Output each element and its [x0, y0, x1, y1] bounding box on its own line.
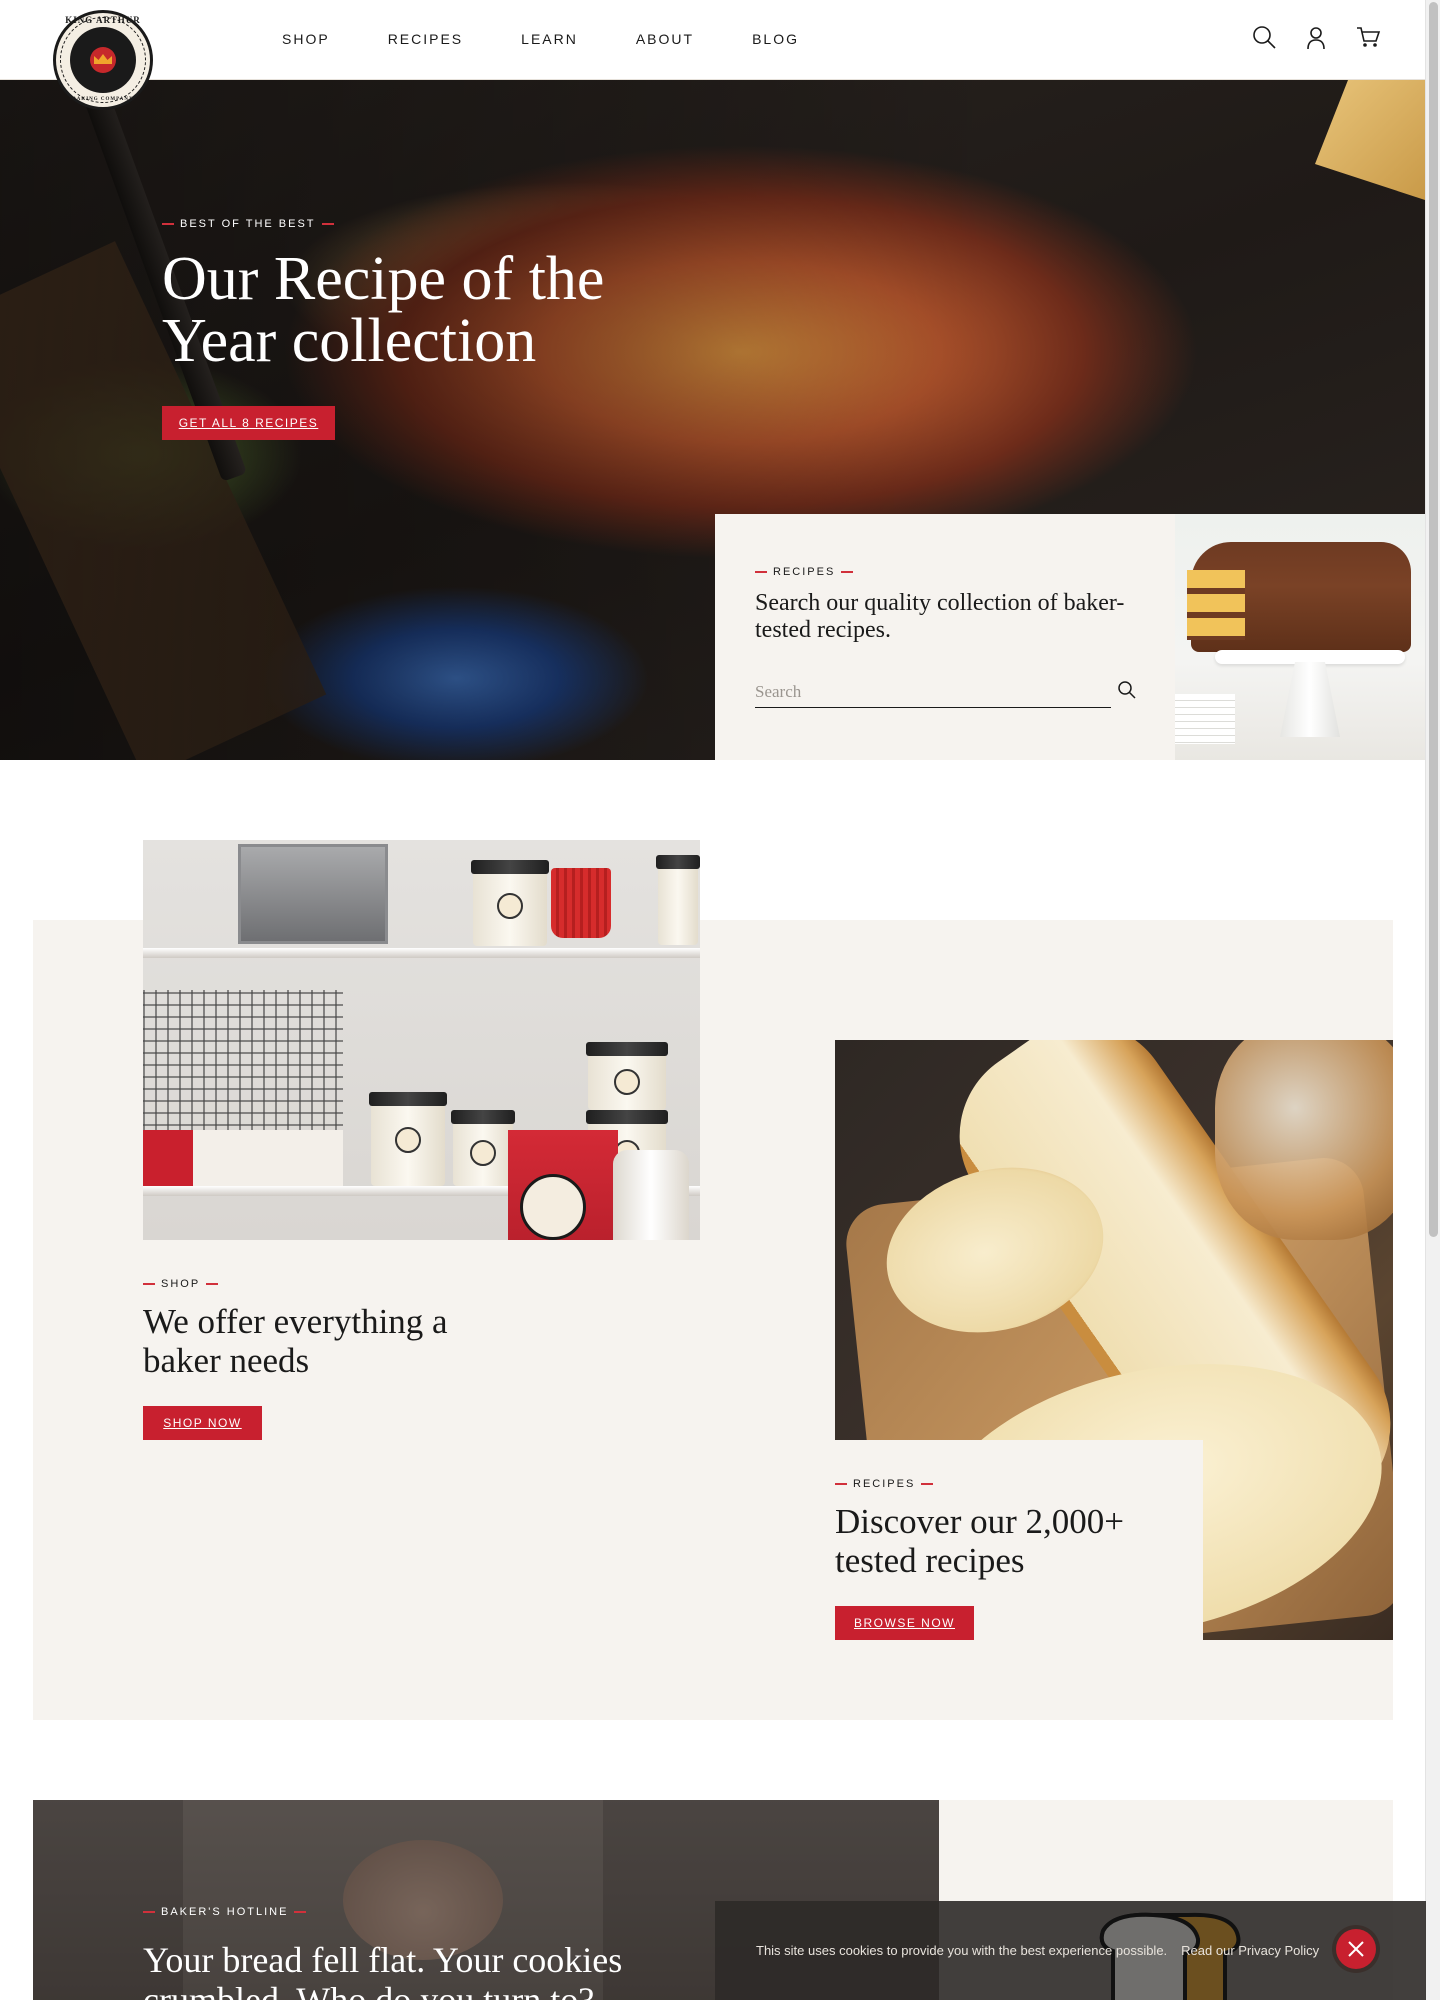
main-nav: SHOP RECIPES LEARN ABOUT BLOG — [282, 31, 857, 47]
search-submit-icon[interactable] — [1113, 676, 1141, 704]
nav-blog[interactable]: BLOG — [752, 31, 799, 47]
search-icon[interactable] — [1251, 24, 1277, 50]
get-recipes-button[interactable]: GET ALL 8 RECIPES — [162, 406, 335, 440]
scrollbar-thumb[interactable] — [1429, 2, 1438, 1237]
close-icon[interactable] — [1336, 1929, 1376, 1969]
cookie-banner: This site uses cookies to provide you wi… — [715, 1901, 1426, 2000]
king-arthur-logo[interactable]: KING ARTHUR BAKING COMPANY — [53, 10, 153, 110]
shop-title: We offer everything a baker needs — [143, 1302, 448, 1380]
logo-badge — [70, 27, 136, 93]
nav-learn[interactable]: LEARN — [521, 31, 578, 47]
chocolate-cake-image — [1175, 514, 1425, 760]
site-header: KING ARTHUR BAKING COMPANY SHOP RECIPES … — [0, 0, 1425, 110]
logo-subtitle: BAKING COMPANY — [72, 97, 134, 102]
logo-wordmark: KING ARTHUR — [65, 15, 141, 25]
recipe-search-card: RECIPES Search our quality collection of… — [715, 514, 1175, 760]
cookie-text: This site uses cookies to provide you wi… — [756, 1943, 1168, 1958]
hotline-eyebrow: BAKER'S HOTLINE — [143, 1906, 307, 1918]
recipes-eyebrow: RECIPES — [835, 1478, 934, 1490]
header-actions — [1251, 24, 1381, 50]
crown-icon — [90, 47, 116, 73]
page-scrollbar[interactable] — [1425, 0, 1440, 2000]
recipe-search-input[interactable] — [755, 676, 1111, 708]
hero-title: Our Recipe of the Year collection — [162, 245, 605, 375]
cookie-message: This site uses cookies to provide you wi… — [756, 1943, 1319, 1958]
nav-recipes[interactable]: RECIPES — [388, 31, 463, 47]
hotline-title: Your bread fell flat. Your cookies crumb… — [143, 1940, 623, 2000]
shop-products-image — [143, 840, 700, 1240]
browse-now-button[interactable]: BROWSE NOW — [835, 1606, 974, 1640]
hero-eyebrow: BEST OF THE BEST — [162, 218, 334, 230]
shop-now-button[interactable]: SHOP NOW — [143, 1406, 262, 1440]
shop-eyebrow: SHOP — [143, 1278, 219, 1290]
nav-about[interactable]: ABOUT — [636, 31, 694, 47]
recipes-title: Discover our 2,000+ tested recipes — [835, 1502, 1124, 1580]
cart-icon[interactable] — [1355, 24, 1381, 50]
account-icon[interactable] — [1303, 24, 1329, 50]
nav-shop[interactable]: SHOP — [282, 31, 330, 47]
search-eyebrow: RECIPES — [755, 566, 854, 578]
search-heading: Search our quality collection of baker-t… — [755, 590, 1125, 643]
privacy-policy-link[interactable]: Read our Privacy Policy — [1181, 1943, 1319, 1958]
